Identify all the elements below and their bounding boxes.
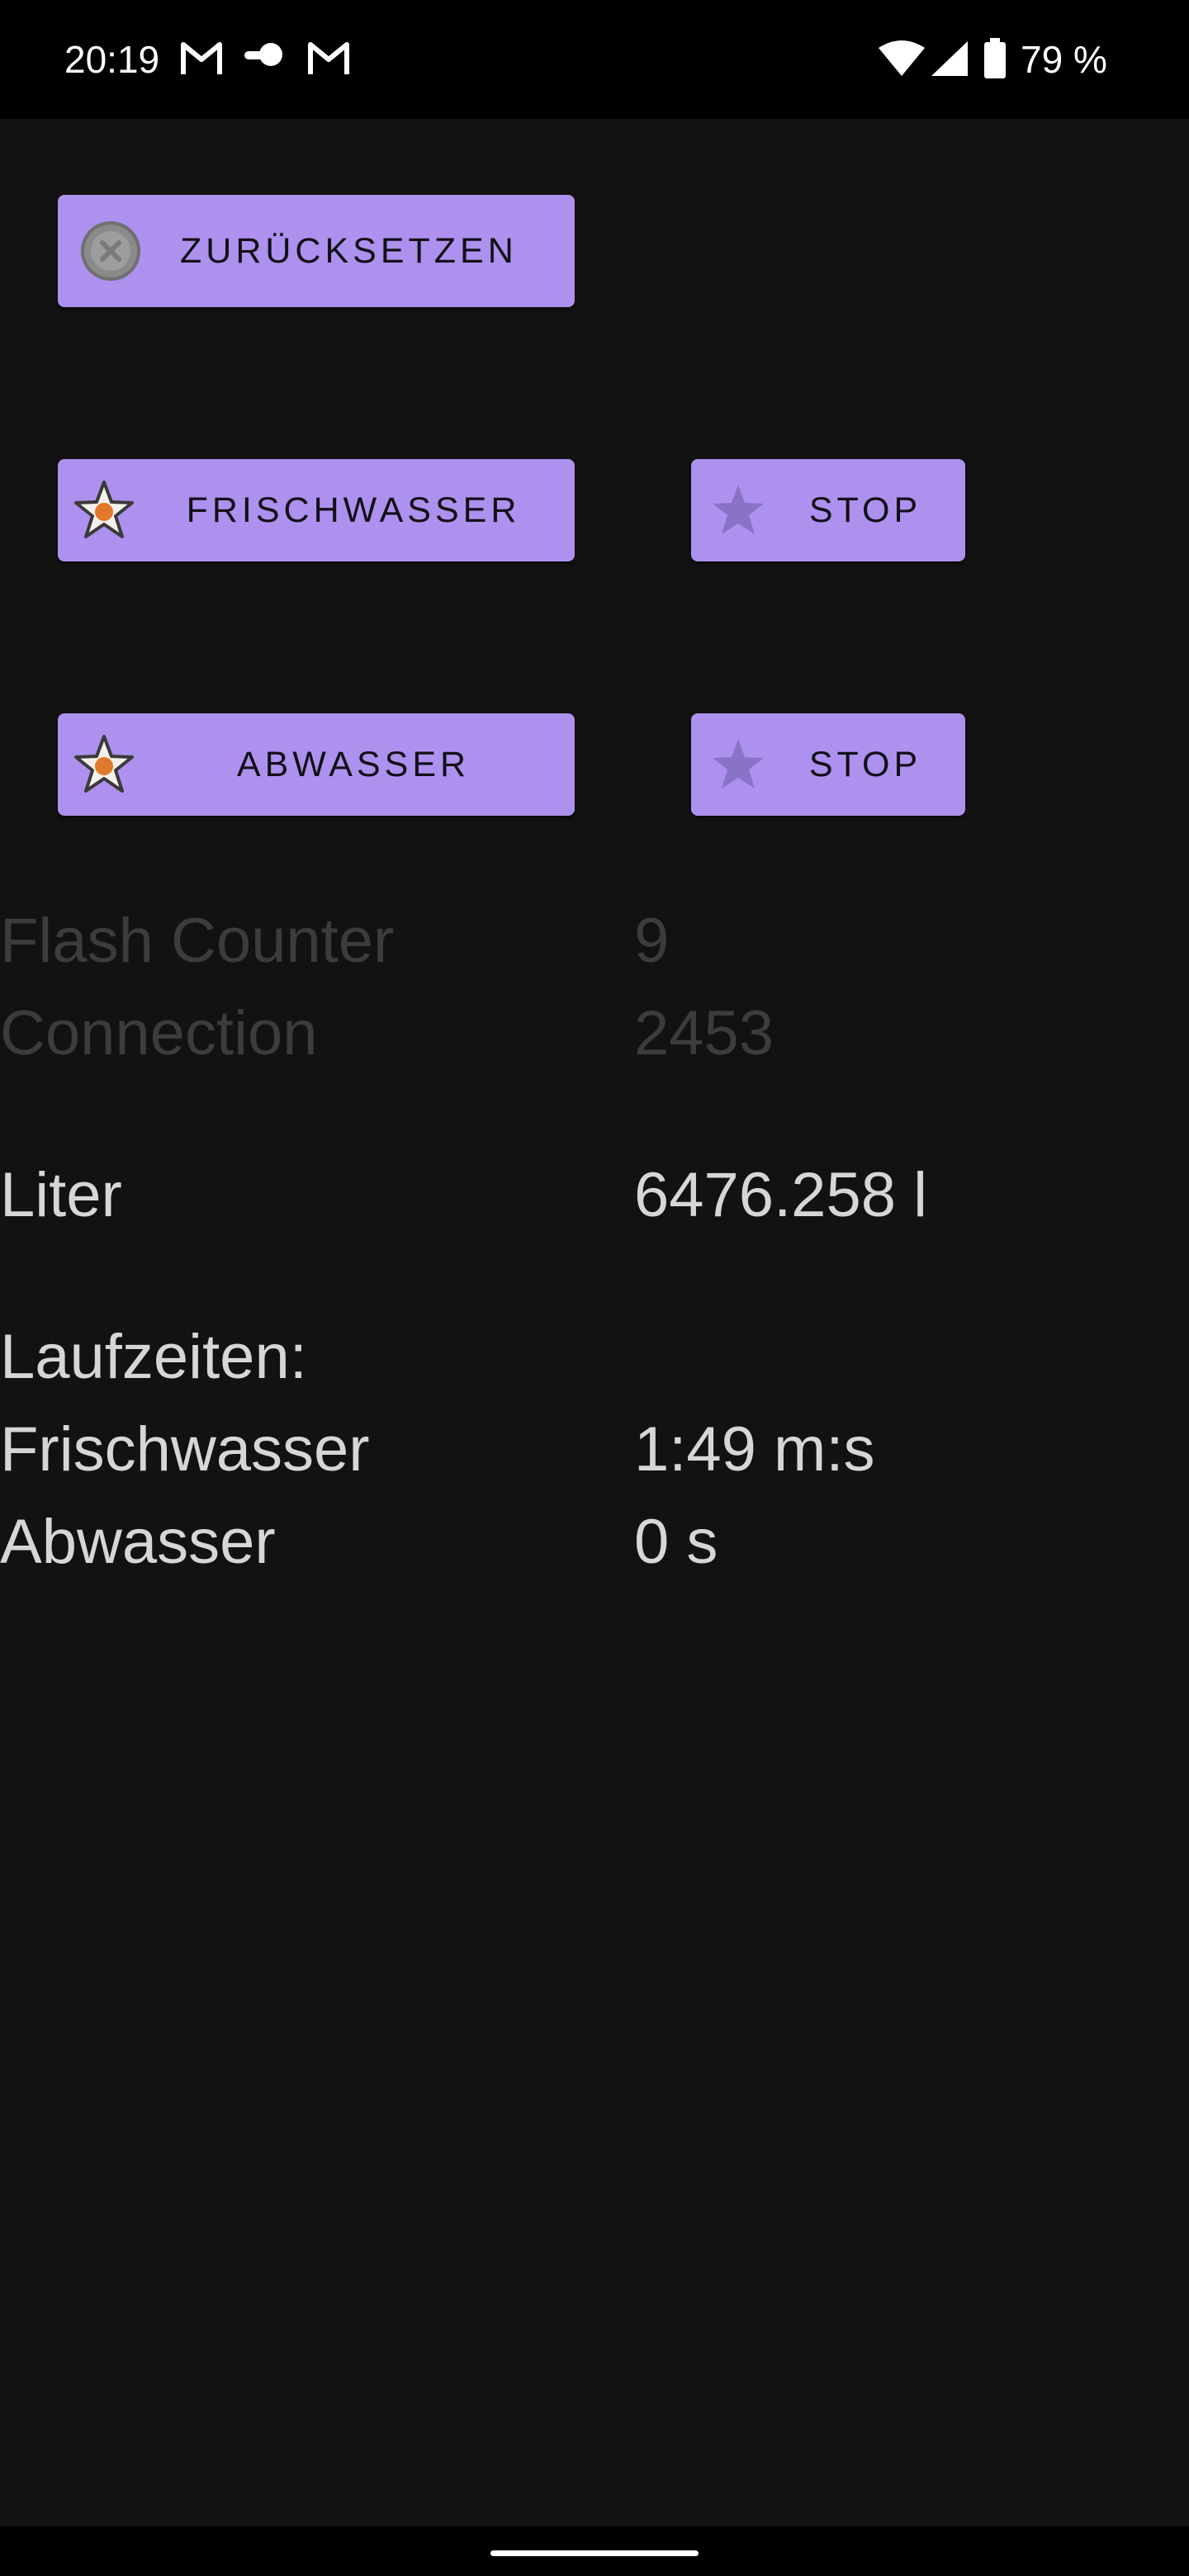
liter-label: Liter bbox=[0, 1160, 122, 1230]
fresh-water-runtime-label: Frischwasser bbox=[0, 1414, 370, 1485]
home-gesture-handle[interactable] bbox=[490, 2550, 699, 2556]
reset-icon bbox=[81, 221, 140, 281]
waste-water-button-label: ABWASSER bbox=[236, 744, 471, 784]
waste-water-button[interactable]: ABWASSER bbox=[58, 713, 575, 816]
connection-label: Connection bbox=[0, 998, 318, 1068]
flash-counter-value: 9 bbox=[634, 906, 670, 976]
waste-water-runtime-value: 0 s bbox=[634, 1507, 718, 1577]
fresh-water-runtime-value: 1:49 m:s bbox=[634, 1414, 875, 1485]
reset-button-label: ZURÜCKSETZEN bbox=[180, 230, 518, 271]
navigation-bar bbox=[0, 2526, 1189, 2576]
waste-water-stop-label: STOP bbox=[808, 744, 922, 784]
connection-row: Connection 2453 bbox=[0, 992, 1189, 1075]
liter-value: 6476.258 l bbox=[634, 1160, 927, 1230]
star-active-icon bbox=[74, 481, 134, 538]
gmail-icon bbox=[181, 42, 222, 74]
wifi-icon bbox=[879, 40, 925, 76]
status-time: 20:19 bbox=[64, 38, 160, 81]
runtimes-heading: Laufzeiten: bbox=[0, 1322, 307, 1392]
signal-icon bbox=[931, 41, 968, 76]
waste-water-runtime-label: Abwasser bbox=[0, 1507, 276, 1577]
gmail-icon bbox=[308, 42, 349, 74]
waste-water-stop-button[interactable]: STOP bbox=[691, 713, 965, 816]
star-inactive-icon bbox=[713, 739, 764, 788]
flash-counter-label: Flash Counter bbox=[0, 906, 395, 976]
battery-icon bbox=[984, 38, 1006, 78]
cloud-icon bbox=[244, 43, 282, 66]
fresh-water-stop-label: STOP bbox=[808, 490, 922, 530]
reset-button[interactable]: ZURÜCKSETZEN bbox=[58, 195, 575, 307]
battery-percent: 79 % bbox=[1021, 38, 1107, 81]
flash-counter-row: Flash Counter 9 bbox=[0, 900, 1189, 983]
status-bar: 20:19 79 % bbox=[0, 0, 1189, 119]
star-inactive-icon bbox=[713, 485, 764, 534]
waste-water-runtime-row: Abwasser 0 s bbox=[0, 1501, 1189, 1584]
fresh-water-button-label: FRISCHWASSER bbox=[186, 490, 521, 530]
connection-value: 2453 bbox=[634, 998, 775, 1068]
fresh-water-button[interactable]: FRISCHWASSER bbox=[58, 459, 575, 561]
star-active-icon bbox=[74, 735, 134, 793]
liter-row: Liter 6476.258 l bbox=[0, 1154, 1189, 1237]
fresh-water-runtime-row: Frischwasser 1:49 m:s bbox=[0, 1409, 1189, 1491]
fresh-water-stop-button[interactable]: STOP bbox=[691, 459, 965, 561]
runtimes-heading-row: Laufzeiten: bbox=[0, 1316, 1189, 1399]
